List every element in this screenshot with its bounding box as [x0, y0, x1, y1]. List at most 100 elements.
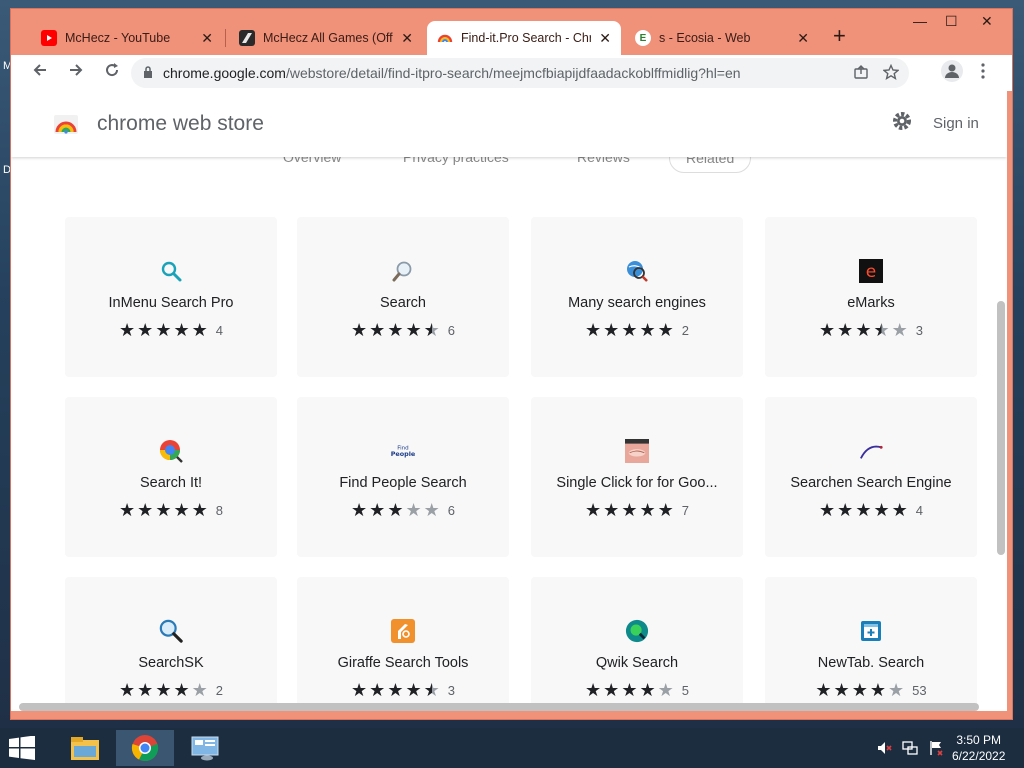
- tab-find-it-pro[interactable]: Find-it.Pro Search - Chro ✕: [427, 21, 621, 55]
- chrome-icon[interactable]: [116, 730, 174, 766]
- url-host: chrome.google.com: [163, 65, 286, 81]
- volume-muted-icon[interactable]: [876, 740, 892, 759]
- profile-avatar-icon[interactable]: [941, 59, 963, 87]
- star-icon: ★: [657, 500, 674, 520]
- web-page: chrome web store Sign in Overview Privac…: [11, 91, 1007, 711]
- back-icon[interactable]: [25, 61, 55, 84]
- extension-card[interactable]: NewTab. Search ★ ★ ★ ★ ★ 53: [765, 577, 977, 711]
- extension-card[interactable]: e eMarks ★ ★ ★ ★ ★ 3: [765, 217, 977, 377]
- extension-rating: ★ ★ ★ ★ ★ 3: [297, 681, 509, 699]
- star-icon: ★: [173, 500, 190, 520]
- forward-icon[interactable]: [61, 61, 91, 84]
- clock-date: 6/22/2022: [952, 749, 1006, 763]
- close-tab-icon[interactable]: ✕: [201, 30, 213, 47]
- star-icon: ★: [887, 680, 905, 700]
- tab-ecosia[interactable]: E s - Ecosia - Web ✕: [625, 21, 819, 55]
- extension-rating: ★ ★ ★ ★ ★ 53: [765, 681, 977, 699]
- share-icon[interactable]: [853, 64, 869, 85]
- reload-icon[interactable]: [97, 61, 127, 84]
- star-icon: ★: [137, 320, 154, 340]
- extension-card[interactable]: Many search engines ★ ★ ★ ★ ★ 2: [531, 217, 743, 377]
- store-title[interactable]: chrome web store: [97, 112, 264, 136]
- star-icon: ★: [155, 500, 172, 520]
- tab-title: Find-it.Pro Search - Chro: [461, 31, 592, 45]
- extension-card[interactable]: InMenu Search Pro ★ ★ ★ ★ ★ 4: [65, 217, 277, 377]
- tab-mchecz-games[interactable]: McHecz All Games (Offic ✕: [229, 21, 423, 55]
- giraffe-icon: [391, 619, 415, 643]
- star-icon: ★: [351, 500, 368, 520]
- control-panel-icon[interactable]: [176, 730, 234, 766]
- url-path: /webstore/detail/find-itpro-search/meejm…: [285, 65, 741, 81]
- extension-card[interactable]: Single Click for for Goo... ★ ★ ★ ★ ★ 7: [531, 397, 743, 557]
- close-window-button[interactable]: ✕: [981, 13, 993, 30]
- close-tab-icon[interactable]: ✕: [599, 30, 611, 47]
- extension-card[interactable]: Search ★ ★ ★ ★ ★ 6: [297, 217, 509, 377]
- star-icon: ★: [191, 500, 208, 520]
- magnifier-blue-icon: [159, 619, 183, 643]
- extension-rating: ★ ★ ★ ★ ★ 7: [531, 501, 743, 519]
- flag-icon[interactable]: [928, 740, 944, 759]
- star-icon: ★: [815, 680, 832, 700]
- star-icon: ★: [639, 680, 656, 700]
- star-icon: ★: [119, 320, 136, 340]
- close-tab-icon[interactable]: ✕: [401, 30, 413, 47]
- extension-card[interactable]: Find People Find People Search ★ ★ ★ ★ ★ 6: [297, 397, 509, 557]
- star-icon: ★: [155, 320, 172, 340]
- maximize-button[interactable]: ☐: [945, 13, 958, 30]
- tab-title: McHecz All Games (Offic: [263, 31, 394, 45]
- extension-rating: ★ ★ ★ ★ ★ 6: [297, 501, 509, 519]
- browser-window: McHecz - YouTube ✕ McHecz All Games (Off…: [10, 8, 1013, 720]
- star-icon: ★: [873, 320, 890, 340]
- chrome-web-store-logo-icon[interactable]: [53, 111, 79, 135]
- store-header: chrome web store Sign in: [11, 91, 1007, 157]
- sign-in-link[interactable]: Sign in: [933, 115, 979, 132]
- network-icon[interactable]: [902, 740, 918, 759]
- extension-card[interactable]: SearchSK ★ ★ ★ ★ ★ 2: [65, 577, 277, 711]
- star-icon: ★: [369, 320, 386, 340]
- newtab-search-icon: [859, 619, 883, 643]
- extension-name: Search: [380, 295, 426, 311]
- lock-icon: [143, 65, 153, 81]
- system-clock[interactable]: 3:50 PM 6/22/2022: [952, 732, 1005, 764]
- rating-count: 4: [915, 502, 923, 518]
- vertical-scrollbar[interactable]: [997, 301, 1005, 555]
- address-bar[interactable]: chrome.google.com/webstore/detail/find-i…: [131, 58, 909, 88]
- file-explorer-icon[interactable]: [56, 730, 114, 766]
- star-icon: ★: [387, 320, 404, 340]
- windows-start-icon[interactable]: [8, 735, 36, 765]
- close-tab-icon[interactable]: ✕: [797, 30, 809, 47]
- magnifier-gray-icon: [391, 259, 415, 283]
- extension-rating: ★ ★ ★ ★ ★ 5: [531, 681, 743, 699]
- star-icon: ★: [405, 320, 422, 340]
- star-icon: ★: [387, 500, 404, 520]
- rating-count: 6: [447, 502, 455, 518]
- star-icon: ★: [405, 680, 422, 700]
- extension-rating: ★ ★ ★ ★ ★ 6: [297, 321, 509, 339]
- star-icon: ★: [621, 500, 638, 520]
- star-icon: ★: [873, 500, 890, 520]
- extension-name: eMarks: [847, 295, 895, 311]
- minimize-button[interactable]: —: [913, 13, 927, 29]
- extension-rating: ★ ★ ★ ★ ★ 8: [65, 501, 277, 519]
- emarks-icon: e: [859, 259, 883, 283]
- star-icon: ★: [423, 320, 440, 340]
- tab-youtube[interactable]: McHecz - YouTube ✕: [31, 21, 223, 55]
- star-icon: ★: [387, 680, 404, 700]
- menu-kebab-icon[interactable]: [981, 62, 985, 84]
- rating-count: 3: [447, 682, 455, 698]
- webstore-icon: [437, 30, 453, 46]
- extension-card[interactable]: Qwik Search ★ ★ ★ ★ ★ 5: [531, 577, 743, 711]
- extension-rating: ★ ★ ★ ★ ★ 2: [65, 681, 277, 699]
- gear-icon[interactable]: [891, 110, 913, 139]
- extension-card[interactable]: Giraffe Search Tools ★ ★ ★ ★ ★ 3: [297, 577, 509, 711]
- new-tab-button[interactable]: +: [833, 23, 846, 49]
- qwik-icon: [625, 619, 649, 643]
- tab-title: s - Ecosia - Web: [659, 31, 751, 45]
- horizontal-scrollbar[interactable]: [19, 703, 979, 711]
- extension-card[interactable]: Searchen Search Engine ★ ★ ★ ★ ★ 4: [765, 397, 977, 557]
- rating-count: 2: [681, 322, 689, 338]
- swoosh-icon: [859, 439, 883, 463]
- extension-card[interactable]: Search It! ★ ★ ★ ★ ★ 8: [65, 397, 277, 557]
- youtube-icon: [41, 30, 57, 46]
- bookmark-star-icon[interactable]: [882, 63, 900, 85]
